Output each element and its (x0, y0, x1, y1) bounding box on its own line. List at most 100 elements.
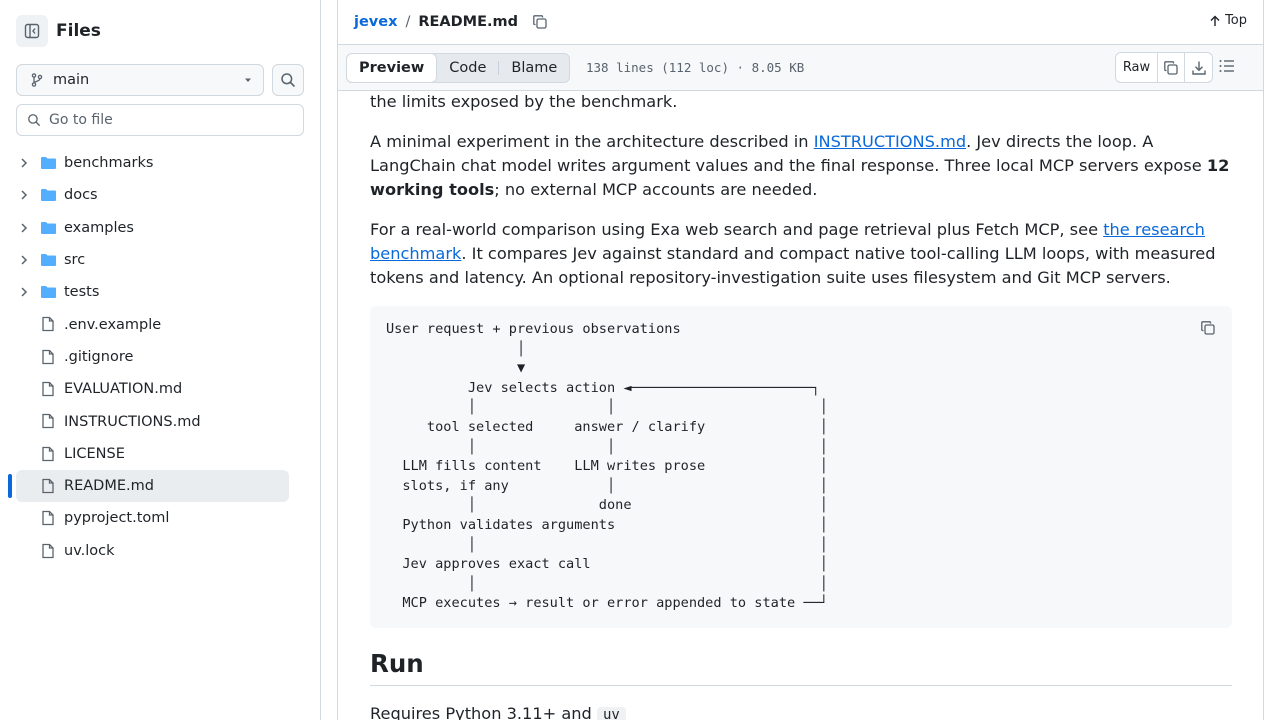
tree-folder-docs[interactable]: docs (0, 179, 320, 211)
paragraph-text: A minimal experiment in the architecture… (370, 132, 814, 151)
tree-item-label: EVALUATION.md (64, 381, 183, 398)
download-icon (1191, 61, 1206, 75)
file-icon (42, 414, 54, 429)
paragraph: A minimal experiment in the architecture… (370, 130, 1232, 202)
active-indicator (8, 473, 12, 498)
paragraph-text: Requires Python 3.11+ and (370, 703, 597, 720)
folder-icon (41, 286, 56, 299)
file-icon (42, 478, 54, 494)
tree-folder-benchmarks[interactable]: benchmarks (0, 147, 320, 179)
file-tree-sidebar: Files main benchmarks docs examples (0, 0, 321, 720)
tree-item-label: tests (64, 284, 100, 301)
tree-folder-examples[interactable]: examples (0, 212, 320, 244)
sidebar-collapse-icon (24, 23, 40, 39)
tree-file-env-example[interactable]: .env.example (0, 308, 320, 340)
tree-item-label: .env.example (64, 316, 162, 333)
tab-blame[interactable]: Blame (499, 54, 569, 82)
outline-button[interactable] (1218, 58, 1236, 78)
tree-item-label: examples (64, 219, 134, 236)
chevron-right-icon[interactable] (18, 222, 30, 234)
caret-down-icon (245, 78, 251, 82)
tree-item-label: .gitignore (64, 348, 134, 365)
sidebar-header: Files (16, 15, 101, 47)
chevron-right-icon[interactable] (18, 157, 30, 169)
tab-code[interactable]: Code (437, 54, 498, 82)
tree-file-readme[interactable]: README.md (0, 469, 320, 502)
breadcrumb-repo-link[interactable]: jevex (354, 14, 397, 30)
git-branch-icon (31, 73, 43, 87)
tree-file-gitignore[interactable]: .gitignore (0, 341, 320, 373)
file-icon (42, 381, 54, 397)
tree-item-label: pyproject.toml (64, 510, 170, 527)
tree-folder-src[interactable]: src (0, 244, 320, 276)
raw-button[interactable]: Raw (1116, 53, 1158, 82)
file-icon (42, 543, 54, 558)
file-icon (42, 349, 54, 364)
go-to-file-input[interactable] (49, 112, 289, 128)
inline-code: uv (596, 706, 626, 720)
breadcrumb-file-name: README.md (418, 14, 519, 30)
search-icon (281, 73, 295, 87)
copy-icon (1201, 321, 1215, 335)
file-icon (42, 511, 54, 526)
tree-item-label: uv.lock (64, 542, 115, 559)
go-to-file-field[interactable] (16, 104, 304, 136)
paragraph: the limits exposed by the benchmark. (370, 91, 1232, 114)
paragraph: Requires Python 3.11+ and uv (370, 702, 1232, 720)
paragraph: For a real-world comparison using Exa we… (370, 218, 1232, 290)
folder-icon (41, 221, 56, 234)
collapse-sidebar-button[interactable] (16, 15, 48, 47)
copy-path-button[interactable] (532, 14, 548, 30)
tree-folder-tests[interactable]: tests (0, 276, 320, 308)
file-icon (42, 446, 54, 461)
folder-icon (41, 189, 56, 202)
search-icon (28, 114, 40, 126)
sidebar-title: Files (56, 21, 101, 41)
file-stats: 138 lines (112 loc) · 8.05 KB (586, 60, 805, 75)
branch-selector[interactable]: main (16, 64, 264, 96)
tree-file-uv-lock[interactable]: uv.lock (0, 535, 320, 567)
architecture-diagram: User request + previous observations │ ▼… (386, 321, 828, 612)
view-mode-tabs: Preview Code Blame (346, 53, 571, 83)
tree-file-license[interactable]: LICENSE (0, 438, 320, 470)
copy-icon (1164, 60, 1178, 75)
tab-preview[interactable]: Preview (346, 53, 438, 83)
arrow-up-icon (1210, 15, 1220, 26)
markdown-body: the limits exposed by the benchmark. A m… (370, 91, 1232, 720)
copy-code-button[interactable] (1200, 320, 1216, 343)
back-to-top-button[interactable]: Top (1209, 13, 1247, 28)
tree-item-label: INSTRUCTIONS.md (64, 413, 201, 430)
breadcrumb: jevex / README.md Top (338, 0, 1263, 45)
file-tree: benchmarks docs examples src tests .env.… (0, 147, 320, 567)
tree-item-label: benchmarks (64, 155, 154, 172)
instructions-link[interactable]: INSTRUCTIONS.md (814, 132, 966, 151)
file-toolbar: Preview Code Blame 138 lines (112 loc) ·… (338, 45, 1263, 91)
top-label: Top (1225, 13, 1247, 28)
chevron-right-icon[interactable] (18, 286, 30, 298)
chevron-right-icon[interactable] (18, 254, 30, 266)
code-block: User request + previous observations │ ▼… (370, 306, 1232, 628)
search-files-button[interactable] (272, 64, 304, 96)
file-icon (42, 317, 54, 332)
file-view: jevex / README.md Top Preview Code Blame… (337, 0, 1264, 720)
tree-item-label: src (64, 252, 86, 269)
folder-icon (41, 157, 56, 169)
tree-item-label: docs (64, 187, 98, 204)
chevron-right-icon[interactable] (18, 189, 30, 201)
branch-name: main (53, 72, 90, 88)
download-button[interactable] (1185, 53, 1212, 82)
file-actions: Raw (1115, 52, 1213, 83)
tree-item-label: LICENSE (64, 445, 125, 462)
copy-icon (533, 15, 547, 29)
paragraph-text: the limits exposed by the benchmark. (370, 92, 678, 111)
folder-icon (41, 253, 56, 266)
tree-file-instructions[interactable]: INSTRUCTIONS.md (0, 405, 320, 437)
paragraph-text: . It compares Jev against standard and c… (370, 244, 1216, 287)
tree-file-evaluation[interactable]: EVALUATION.md (0, 373, 320, 405)
copy-raw-button[interactable] (1158, 53, 1185, 82)
paragraph-text: For a real-world comparison using Exa we… (370, 220, 1104, 239)
paragraph-text: ; no external MCP accounts are needed. (494, 180, 818, 199)
breadcrumb-separator: / (405, 14, 411, 30)
tree-file-pyproject[interactable]: pyproject.toml (0, 502, 320, 534)
tree-item-label: README.md (64, 478, 154, 495)
